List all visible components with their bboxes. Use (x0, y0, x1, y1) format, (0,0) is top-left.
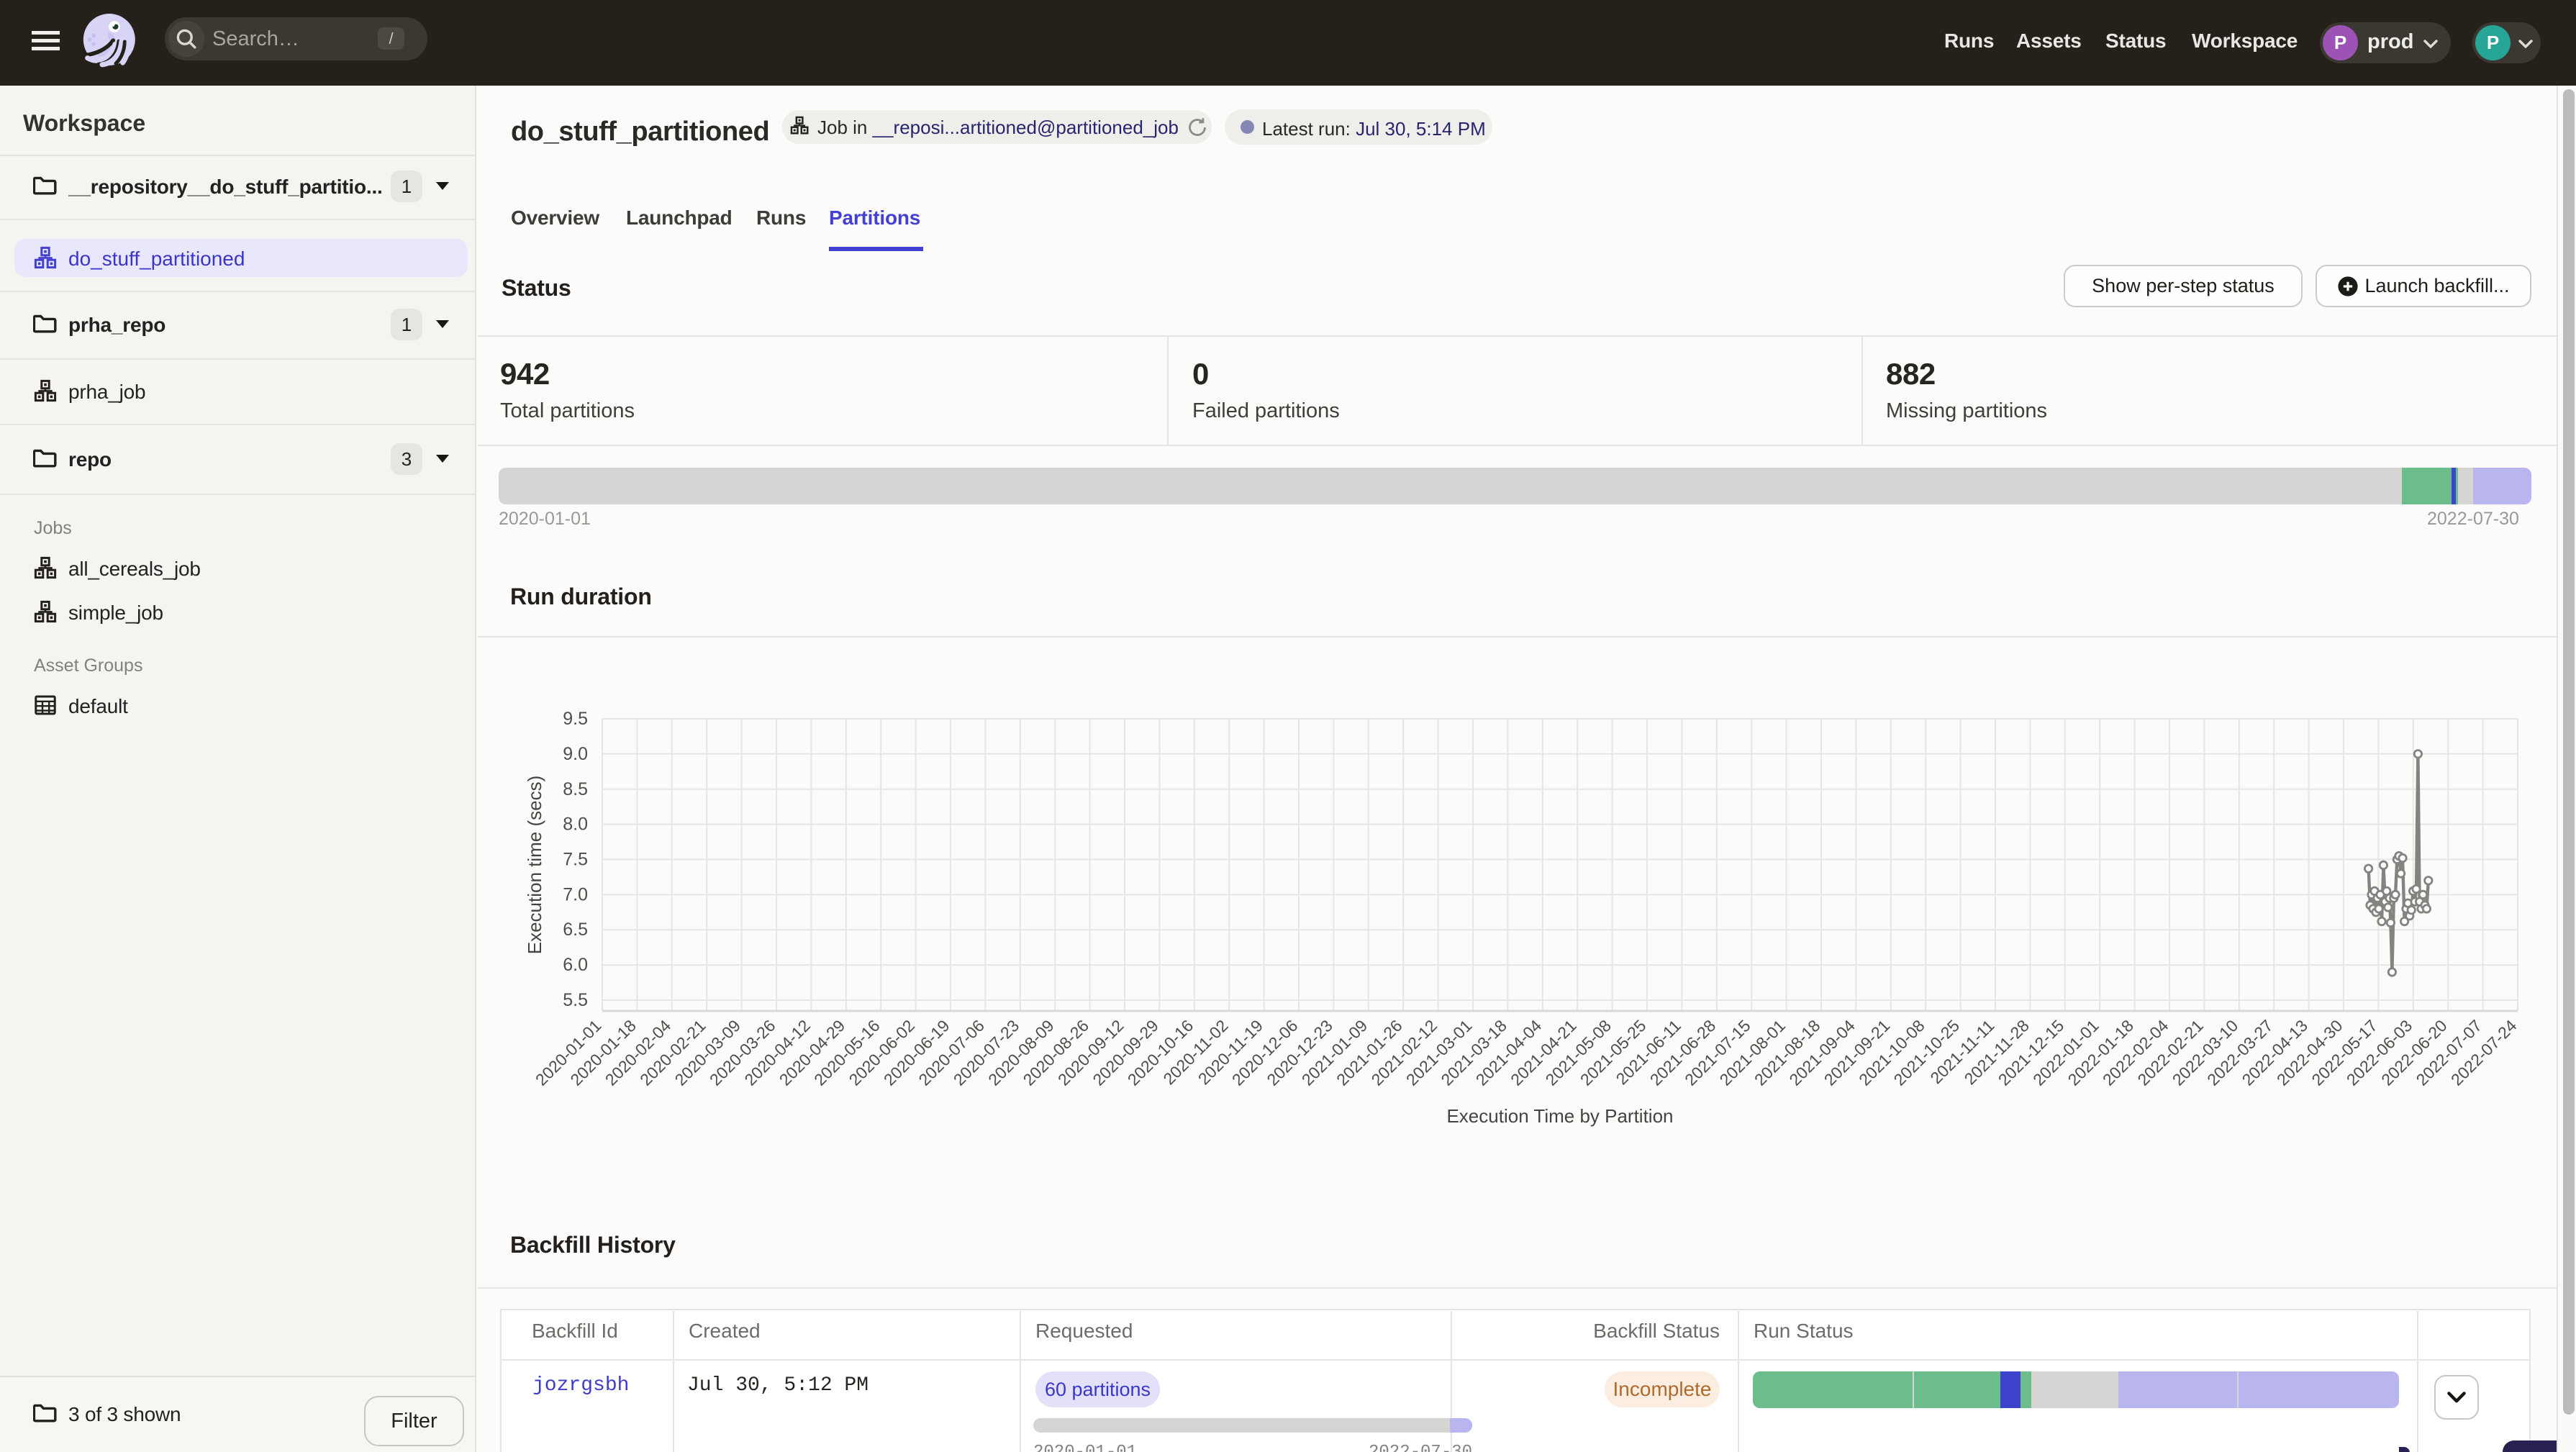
svg-text:6.0: 6.0 (563, 955, 588, 975)
svg-text:9.0: 9.0 (563, 744, 588, 764)
svg-text:Execution Time by Partition: Execution Time by Partition (1446, 1105, 1673, 1127)
svg-text:8.5: 8.5 (563, 779, 588, 799)
svg-text:5.5: 5.5 (563, 990, 588, 1010)
svg-text:8.0: 8.0 (563, 815, 588, 835)
svg-text:Execution time (secs): Execution time (secs) (524, 776, 545, 955)
svg-text:7.0: 7.0 (563, 884, 588, 904)
svg-text:9.5: 9.5 (563, 709, 588, 729)
svg-text:6.5: 6.5 (563, 920, 588, 940)
svg-text:7.5: 7.5 (563, 849, 588, 869)
